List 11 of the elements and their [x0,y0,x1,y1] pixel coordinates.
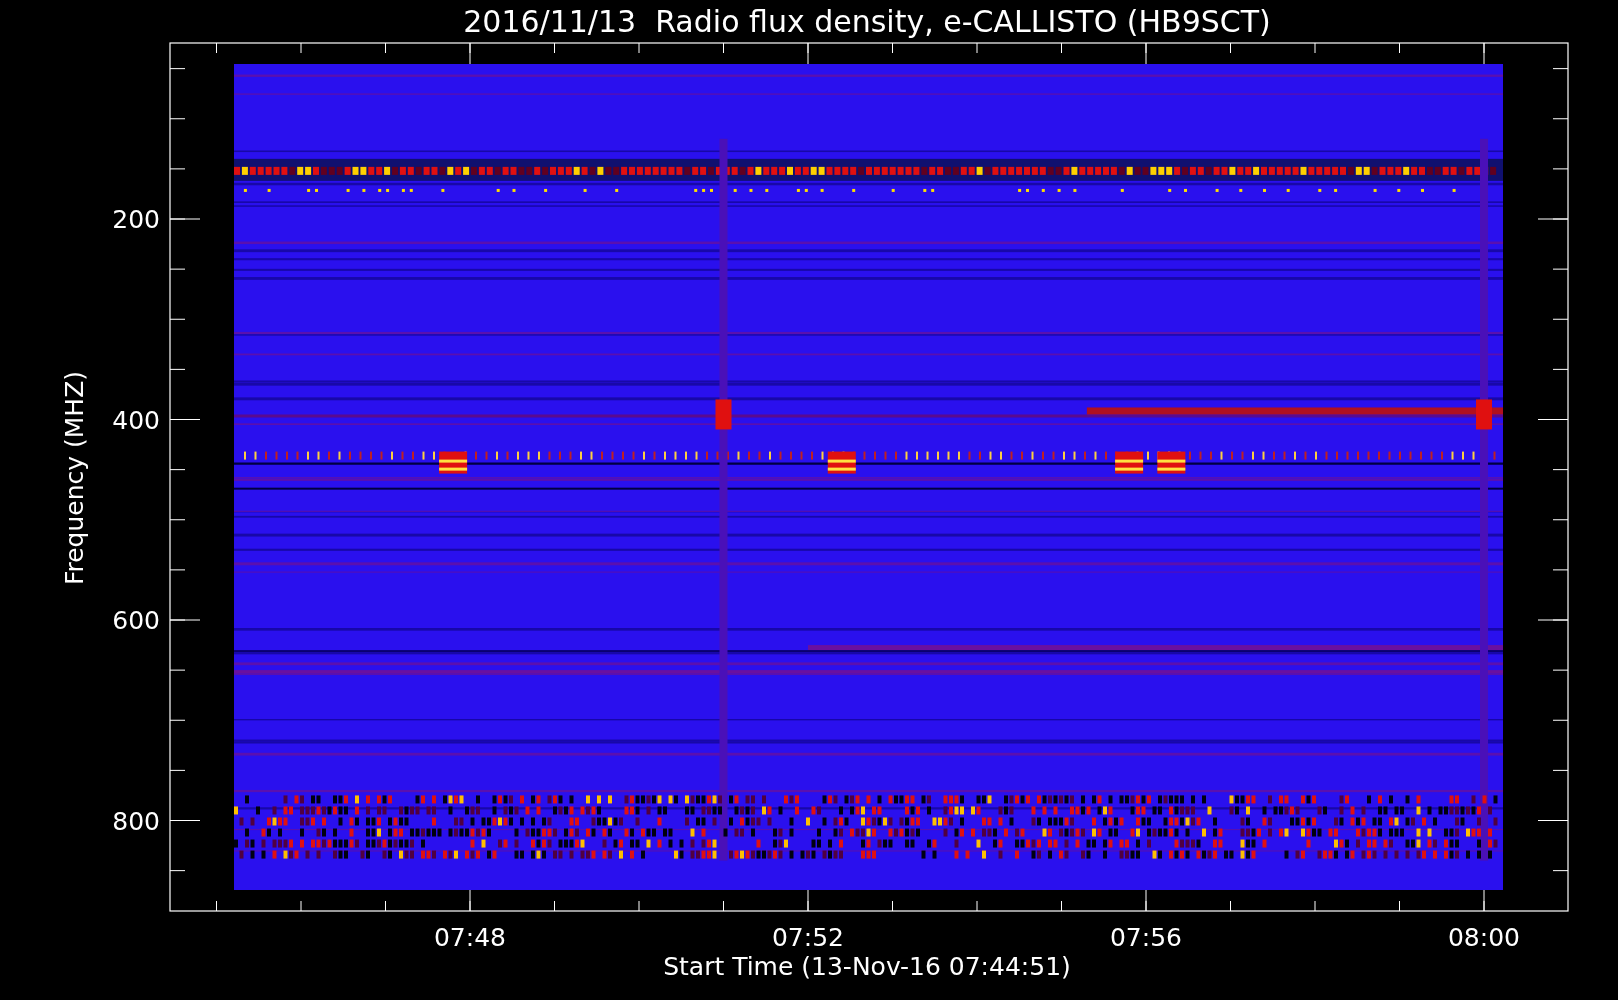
x-tick-label: 07:52 [772,923,844,952]
y-tick-label: 400 [112,405,160,435]
y-tick-label: 800 [112,806,160,836]
y-axis-label: Frequency (MHZ) [60,370,89,586]
chart-title: 2016/11/13 Radio flux density, e-CALLISTO (HB9SCT) [463,4,1271,39]
x-axis-label: Start Time (13-Nov-16 07:44:51) [663,952,1071,981]
x-tick-label: 07:48 [434,923,506,952]
y-tick-label: 600 [112,606,160,635]
x-tick-label: 07:56 [1110,923,1182,952]
y-tick-label: 200 [112,205,160,234]
x-tick-label: 08:00 [1448,923,1520,952]
